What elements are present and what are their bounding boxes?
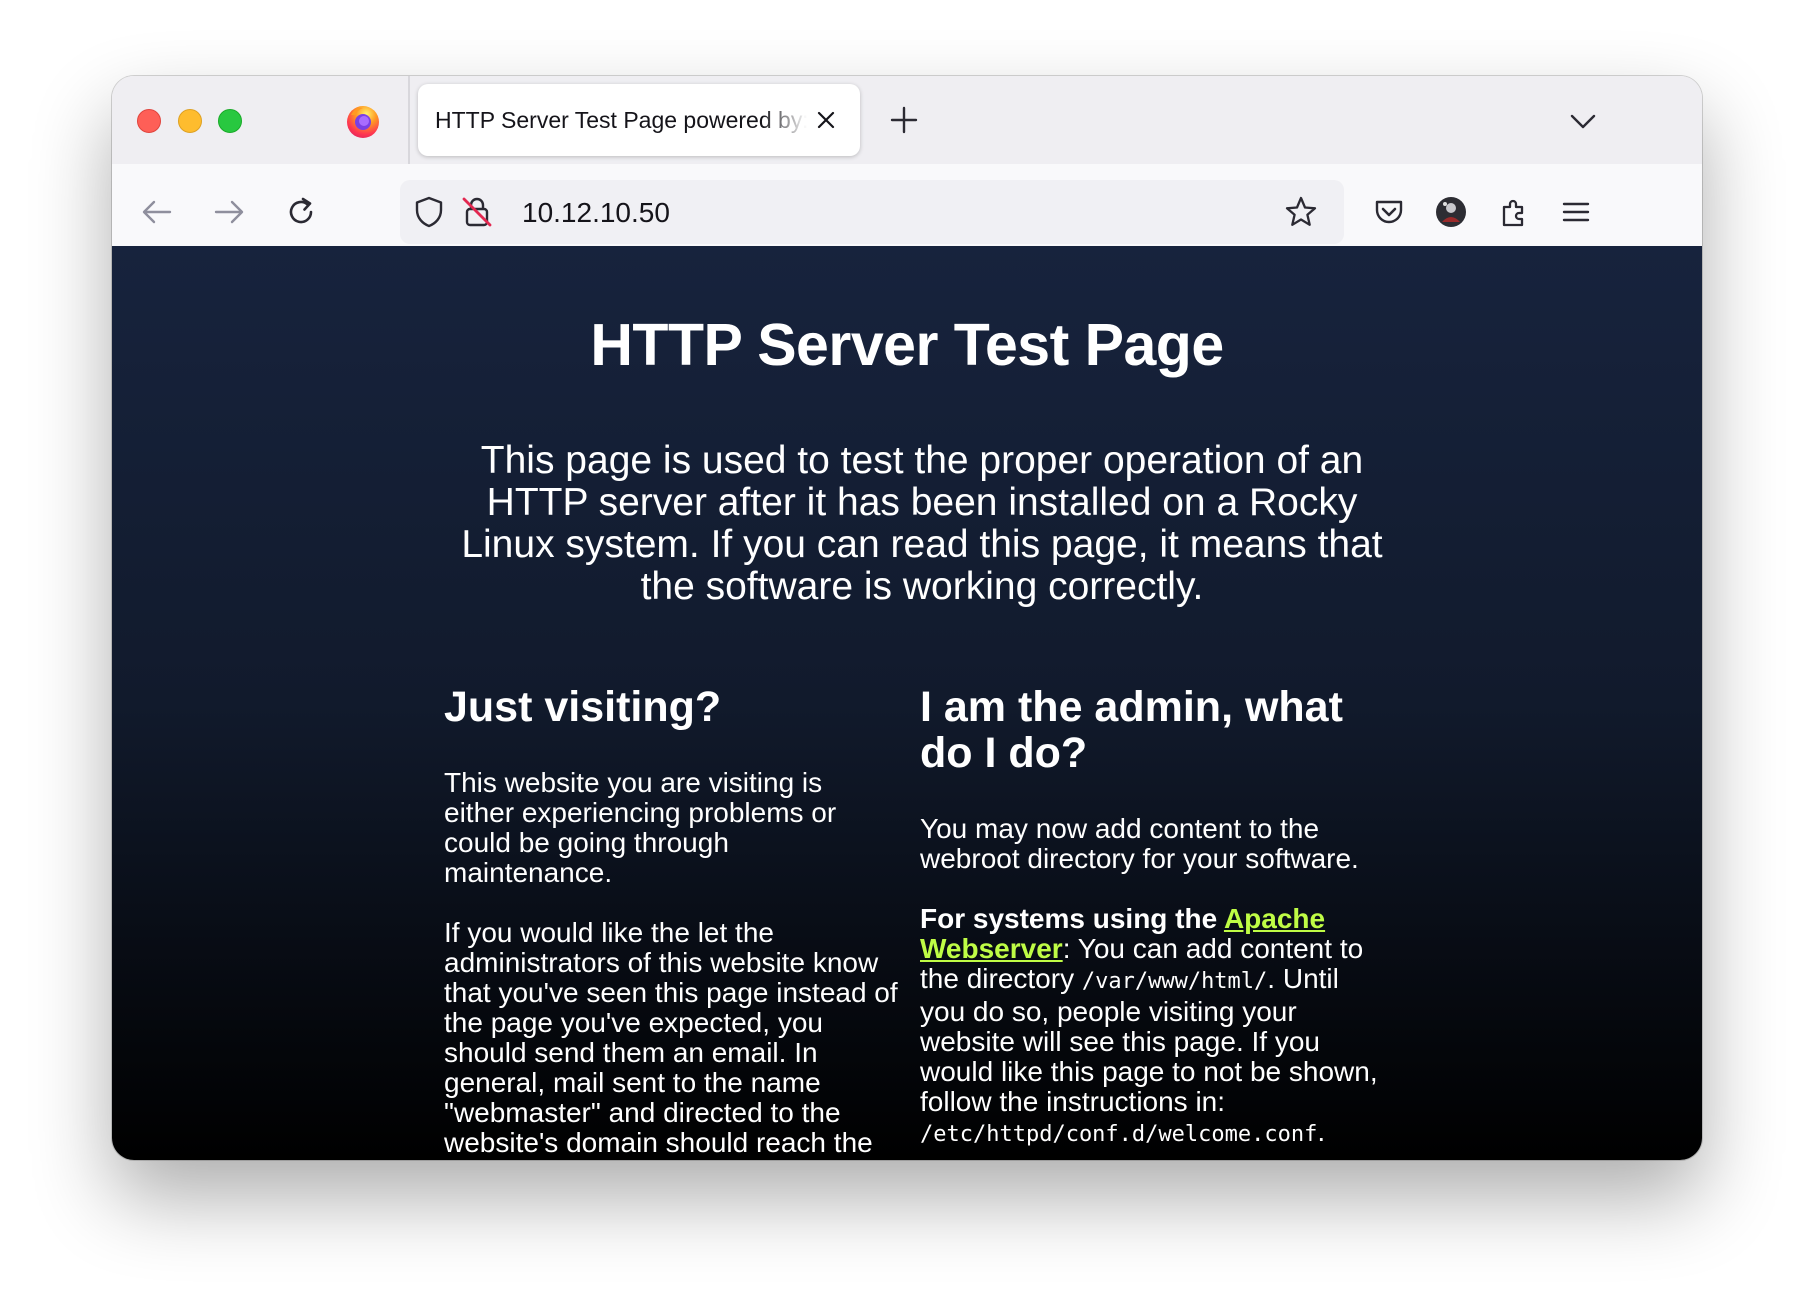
webroot-path: /var/www/html/ [1081, 969, 1268, 994]
page-title: HTTP Server Test Page [590, 312, 1224, 378]
just-visiting-column: Just visiting? This website you are visi… [444, 684, 899, 1160]
tab-strip: HTTP Server Test Page powered by: Rocky … [112, 76, 1702, 164]
bookmark-star-icon[interactable] [1284, 195, 1318, 229]
admin-column: I am the admin, what do I do? You may no… [920, 684, 1390, 1160]
tab-title: HTTP Server Test Page powered by: Rocky … [435, 107, 807, 133]
admin-paragraph-1: You may now add content to the webroot d… [920, 813, 1359, 874]
tracking-protection-shield-icon[interactable] [412, 195, 446, 229]
firefox-logo-icon[interactable] [345, 103, 381, 139]
admin-text-end: . [1317, 1116, 1326, 1147]
welcome-conf-path: /etc/httpd/conf.d/welcome.conf [920, 1122, 1318, 1147]
minimize-window-button[interactable] [178, 109, 202, 133]
insecure-lock-icon[interactable] [460, 195, 494, 229]
admin-paragraph-2: For systems using the Apache Webserver: … [920, 904, 1390, 1150]
tab-active[interactable]: HTTP Server Test Page powered by: Rocky … [418, 84, 860, 156]
account-avatar-icon[interactable] [1434, 195, 1468, 229]
visiting-paragraph-2: If you would like the let the administra… [444, 917, 898, 1158]
forward-arrow-icon[interactable] [212, 195, 246, 229]
zoom-window-button[interactable] [218, 109, 242, 133]
address-bar[interactable]: 10.12.10.50 [400, 180, 1344, 244]
close-window-button[interactable] [137, 109, 161, 133]
browser-window: HTTP Server Test Page powered by: Rocky … [112, 76, 1702, 1160]
new-tab-icon[interactable] [888, 104, 920, 136]
url-text[interactable]: 10.12.10.50 [522, 197, 670, 229]
page-content: HTTP Server Test Page This page is used … [112, 246, 1702, 1160]
apache-systems-label: For systems using the [920, 903, 1224, 934]
intro-paragraph: This page is used to test the proper ope… [461, 439, 1383, 608]
just-visiting-heading: Just visiting? [444, 683, 722, 731]
close-tab-icon[interactable] [816, 110, 836, 130]
admin-heading: I am the admin, what do I do? [920, 683, 1343, 777]
tab-divider [408, 76, 410, 164]
visiting-paragraph-1: This website you are visiting is either … [444, 767, 837, 888]
extensions-puzzle-icon[interactable] [1498, 195, 1532, 229]
back-arrow-icon[interactable] [140, 195, 174, 229]
list-all-tabs-chevron-down-icon[interactable] [1568, 106, 1598, 136]
reload-icon[interactable] [284, 195, 318, 229]
pocket-icon[interactable] [1372, 195, 1406, 229]
menu-hamburger-icon[interactable] [1559, 195, 1593, 229]
